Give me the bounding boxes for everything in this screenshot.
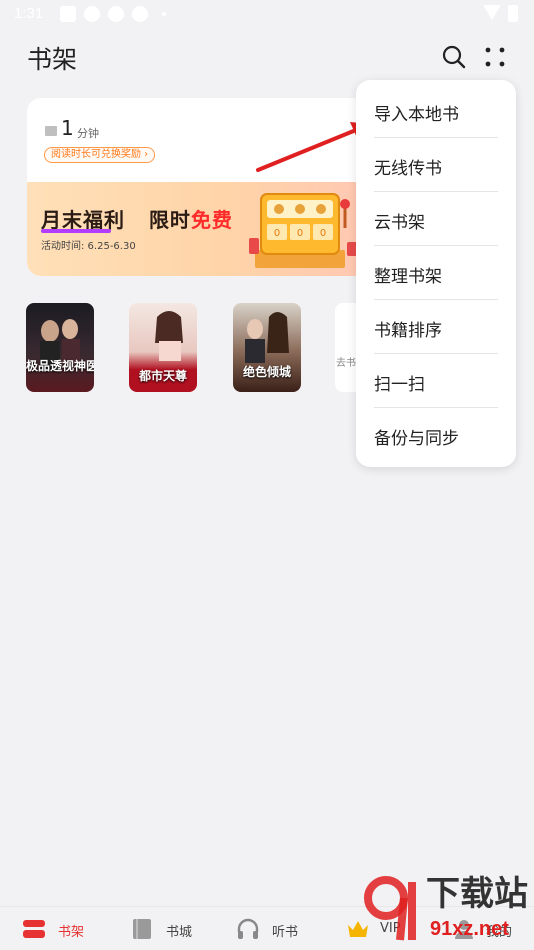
menu-item-label: 导入本地书 [374, 105, 459, 125]
svg-text:0: 0 [274, 228, 280, 239]
svg-text:0: 0 [320, 228, 326, 239]
book-cover-title: 绝色倾城 [242, 365, 291, 379]
tab-label: VIP [380, 921, 401, 936]
book-cover[interactable]: 极品透视神医 [26, 303, 94, 392]
menu-item-cloud-shelf[interactable]: 云书架 [374, 192, 498, 246]
more-notifications-icon [162, 12, 166, 16]
more-menu: 导入本地书 无线传书 云书架 整理书架 书籍排序 扫一扫 备份与同步 [356, 80, 516, 467]
notification-icon [60, 6, 76, 22]
book-cover-art [40, 319, 80, 371]
tab-bookstore[interactable]: 书城 [130, 907, 200, 950]
reward-exchange-link[interactable]: 阅读时长可兑换奖励 › [44, 147, 156, 163]
tab-label: 听书 [272, 925, 299, 940]
profile-icon [455, 920, 473, 939]
menu-item-wireless-transfer[interactable]: 无线传书 [374, 138, 498, 192]
tab-label: 我的 [486, 925, 513, 940]
headphones-icon [237, 918, 259, 939]
tab-bookshelf[interactable]: 书架 [22, 907, 92, 950]
menu-item-label: 书籍排序 [374, 321, 442, 341]
svg-text:0: 0 [297, 228, 303, 239]
wifi-icon [483, 5, 501, 20]
bottom-tab-bar: 书架 书城 听书 VIP 我的 [0, 906, 534, 950]
menu-item-label: 扫一扫 [374, 375, 425, 395]
more-grid-icon[interactable] [482, 44, 508, 70]
tab-vip[interactable]: VIP [346, 907, 416, 950]
book-icon [133, 919, 151, 939]
menu-item-organize-shelf[interactable]: 整理书架 [374, 246, 498, 300]
reading-minutes-value: 1 [61, 116, 74, 140]
book-cover[interactable]: 都市天尊 [129, 303, 197, 392]
book-cover-title: 极品透视神医 [26, 359, 94, 373]
tab-profile[interactable]: 我的 [452, 907, 522, 950]
menu-item-sort-books[interactable]: 书籍排序 [374, 300, 498, 354]
search-icon[interactable] [441, 44, 467, 70]
promo-title-part2: 限时 [148, 208, 191, 232]
app-notification-icon [84, 6, 100, 22]
tab-label: 书城 [166, 925, 193, 940]
menu-item-backup-sync[interactable]: 备份与同步 [374, 408, 498, 462]
promo-date: 活动时间: 6.25-6.30 [41, 241, 136, 252]
page-title: 书架 [27, 45, 78, 74]
bookshelf-icon [23, 920, 45, 938]
menu-item-label: 无线传书 [374, 159, 442, 179]
menu-item-label: 备份与同步 [374, 429, 459, 449]
battery-icon [508, 5, 518, 22]
status-time: 1:31 [14, 5, 44, 22]
menu-item-label: 整理书架 [374, 267, 442, 287]
tab-label: 书架 [58, 925, 85, 940]
book-cover[interactable]: 绝色倾城 [233, 303, 301, 392]
status-bar: 1:31 [0, 0, 534, 28]
promo-banner[interactable]: 月末福利 限时免费 活动时间: 6.25-6.30 0 0 0 [27, 182, 387, 276]
promo-underline [41, 229, 111, 233]
menu-item-scan[interactable]: 扫一扫 [374, 354, 498, 408]
book-cover-title: 都市天尊 [138, 369, 187, 383]
app-notification-icon [108, 6, 124, 22]
reading-minutes-unit: 分钟 [77, 127, 99, 140]
crown-icon [348, 921, 368, 937]
menu-item-import-local-book[interactable]: 导入本地书 [374, 84, 498, 138]
book-icon [45, 126, 57, 136]
promo-title-free: 免费 [190, 208, 233, 232]
app-notification-icon [132, 6, 148, 22]
slot-machine-illustration: 0 0 0 [249, 193, 357, 268]
go-bookstore-label: 去书 [336, 358, 356, 369]
menu-item-label: 云书架 [374, 213, 425, 233]
tab-audiobooks[interactable]: 听书 [236, 907, 306, 950]
